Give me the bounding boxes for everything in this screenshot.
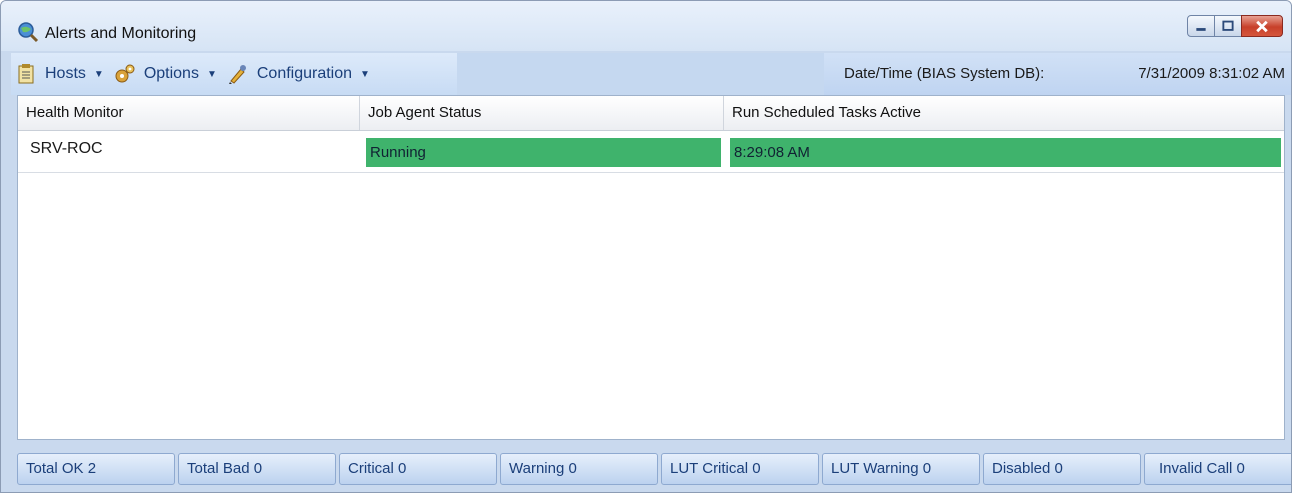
status-lut-critical[interactable]: LUT Critical 0 — [661, 453, 819, 485]
hosts-label: Hosts — [45, 65, 86, 82]
minimize-icon — [1196, 28, 1206, 31]
globe-magnifier-icon — [18, 22, 39, 43]
hosts-menu-button[interactable]: Hosts ▼ — [11, 59, 110, 89]
gears-icon — [115, 64, 135, 83]
wrench-pencil-icon — [228, 65, 246, 84]
minimize-button[interactable] — [1187, 15, 1215, 37]
job-agent-status-value: Running — [370, 144, 426, 161]
datetime-label: Date/Time (BIAS System DB): — [844, 65, 1045, 82]
close-button[interactable] — [1241, 15, 1283, 37]
main-toolbar: Hosts ▼ Options ▼ Configuration ▼ — [11, 53, 457, 95]
toolbar-spacer — [457, 53, 824, 95]
close-icon — [1256, 20, 1268, 33]
configuration-menu-button[interactable]: Configuration ▼ — [223, 59, 376, 89]
alerts-monitoring-window: Alerts and Monitoring Hosts ▼ Options ▼ … — [0, 0, 1292, 493]
table-row[interactable]: SRV-ROC Running 8:29:08 AM — [18, 130, 1284, 173]
column-header-health-monitor[interactable]: Health Monitor — [18, 96, 360, 130]
status-bar: Total OK 2 Total Bad 0 Critical 0 Warnin… — [17, 453, 1291, 485]
status-total-bad[interactable]: Total Bad 0 — [178, 453, 336, 485]
datetime-panel: Date/Time (BIAS System DB): 7/31/2009 8:… — [824, 53, 1291, 95]
clipboard-icon — [18, 64, 34, 84]
run-scheduled-tasks-cell[interactable]: 8:29:08 AM — [724, 130, 1286, 172]
window-controls — [1187, 15, 1283, 39]
grid-header: Health Monitor Job Agent Status Run Sche… — [18, 96, 1284, 131]
status-badge: Running — [366, 138, 721, 167]
monitor-grid: Health Monitor Job Agent Status Run Sche… — [17, 95, 1285, 440]
status-lut-warning[interactable]: LUT Warning 0 — [822, 453, 980, 485]
column-header-run-scheduled-tasks[interactable]: Run Scheduled Tasks Active — [724, 96, 1286, 130]
options-menu-button[interactable]: Options ▼ — [110, 59, 223, 89]
title-bar[interactable]: Alerts and Monitoring — [1, 1, 1291, 51]
host-name: SRV-ROC — [30, 140, 103, 157]
chevron-down-icon: ▼ — [360, 68, 370, 80]
status-critical[interactable]: Critical 0 — [339, 453, 497, 485]
status-total-ok[interactable]: Total OK 2 — [17, 453, 175, 485]
status-disabled[interactable]: Disabled 0 — [983, 453, 1141, 485]
configuration-label: Configuration — [256, 65, 353, 82]
maximize-button[interactable] — [1214, 15, 1242, 37]
datetime-value: 7/31/2009 8:31:02 AM — [1138, 65, 1285, 82]
column-header-job-agent-status[interactable]: Job Agent Status — [360, 96, 724, 130]
run-scheduled-tasks-value: 8:29:08 AM — [734, 144, 810, 161]
job-agent-status-cell[interactable]: Running — [360, 130, 724, 172]
options-label: Options — [143, 65, 199, 82]
status-badge: 8:29:08 AM — [730, 138, 1281, 167]
status-invalid-call[interactable]: Invalid Call 0 — [1144, 453, 1291, 485]
chevron-down-icon: ▼ — [93, 68, 104, 80]
status-warning[interactable]: Warning 0 — [500, 453, 658, 485]
chevron-down-icon: ▼ — [206, 68, 217, 80]
maximize-icon — [1222, 20, 1234, 31]
host-cell[interactable]: SRV-ROC — [18, 130, 360, 172]
window-title: Alerts and Monitoring — [45, 25, 197, 42]
